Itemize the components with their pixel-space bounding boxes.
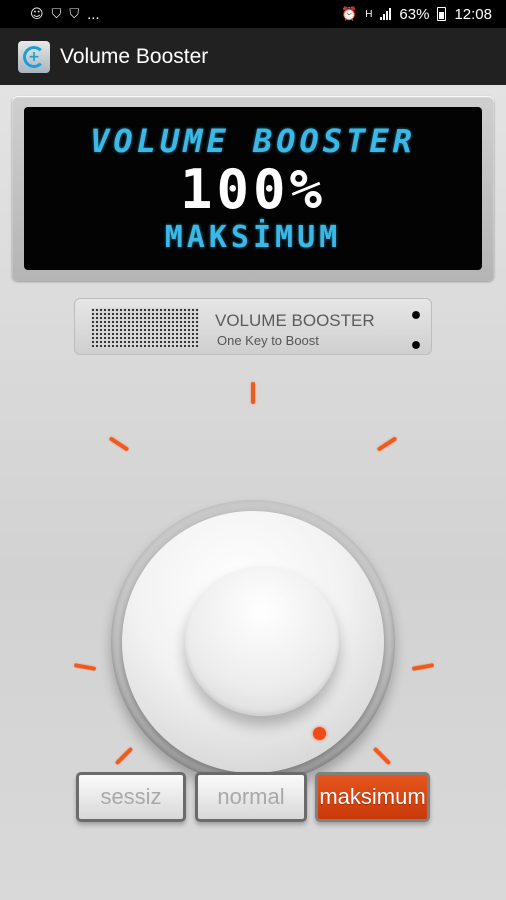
assistant-icon: ☺: [30, 6, 44, 22]
app-logo-icon: +: [18, 40, 50, 73]
shield-icon: ⛉: [51, 6, 62, 22]
clock: 12:08: [454, 5, 492, 23]
dial-tick: [251, 382, 255, 404]
dial-tick: [114, 746, 134, 766]
screw-dot-bottom: [412, 341, 420, 349]
screw-dot-top: [412, 311, 420, 319]
more-notifications: ...: [87, 5, 100, 23]
battery-icon: [437, 7, 447, 21]
dial-tick: [108, 436, 130, 452]
dial-tick: [376, 436, 398, 452]
network-type: H: [365, 8, 373, 20]
knob-indicator: [313, 727, 326, 740]
mode-button-maksimum[interactable]: maksimum: [315, 772, 430, 822]
dial-tick: [73, 663, 97, 671]
dial-tick: [372, 746, 392, 766]
signal-icon: [380, 8, 392, 20]
knob-body: [122, 511, 384, 773]
status-bar: ☺ ⛉ ⛉ ... ⏰ H 63% 12:08: [0, 0, 506, 28]
mode-button-normal[interactable]: normal: [195, 772, 307, 822]
lcd-display: VOLUME BOOSTER 100% MAKSİMUM: [24, 107, 482, 270]
mode-buttons: sessiz normal maksimum: [0, 772, 506, 822]
knob-cap: [185, 566, 339, 716]
lcd-volume-value: 100%: [179, 158, 327, 222]
status-right: ⏰ H 63% 12:08: [341, 6, 492, 23]
volume-knob[interactable]: [111, 500, 395, 784]
speaker-badge: VOLUME BOOSTER One Key to Boost: [74, 298, 432, 355]
status-left: ☺ ⛉ ⛉ ...: [30, 6, 100, 23]
lcd-title: VOLUME BOOSTER: [90, 122, 416, 161]
badge-title: VOLUME BOOSTER: [215, 311, 375, 330]
mode-button-sessiz[interactable]: sessiz: [76, 772, 186, 822]
battery-percent: 63%: [399, 5, 430, 23]
main-panel: VOLUME BOOSTER 100% MAKSİMUM VOLUME BOOS…: [0, 85, 506, 900]
app-bar: + Volume Booster: [0, 28, 506, 85]
lcd-mode-label: MAKSİMUM: [164, 219, 342, 255]
shield-check-icon: ⛉: [69, 6, 80, 22]
badge-subtitle: One Key to Boost: [217, 333, 319, 348]
lcd-frame: VOLUME BOOSTER 100% MAKSİMUM: [12, 96, 494, 281]
dial-tick: [411, 663, 435, 671]
app-title: Volume Booster: [60, 44, 209, 68]
volume-dial[interactable]: [0, 370, 506, 810]
volume-plus-icon: +: [23, 45, 45, 68]
speaker-grill: [91, 308, 199, 348]
alarm-icon: ⏰: [341, 6, 358, 22]
